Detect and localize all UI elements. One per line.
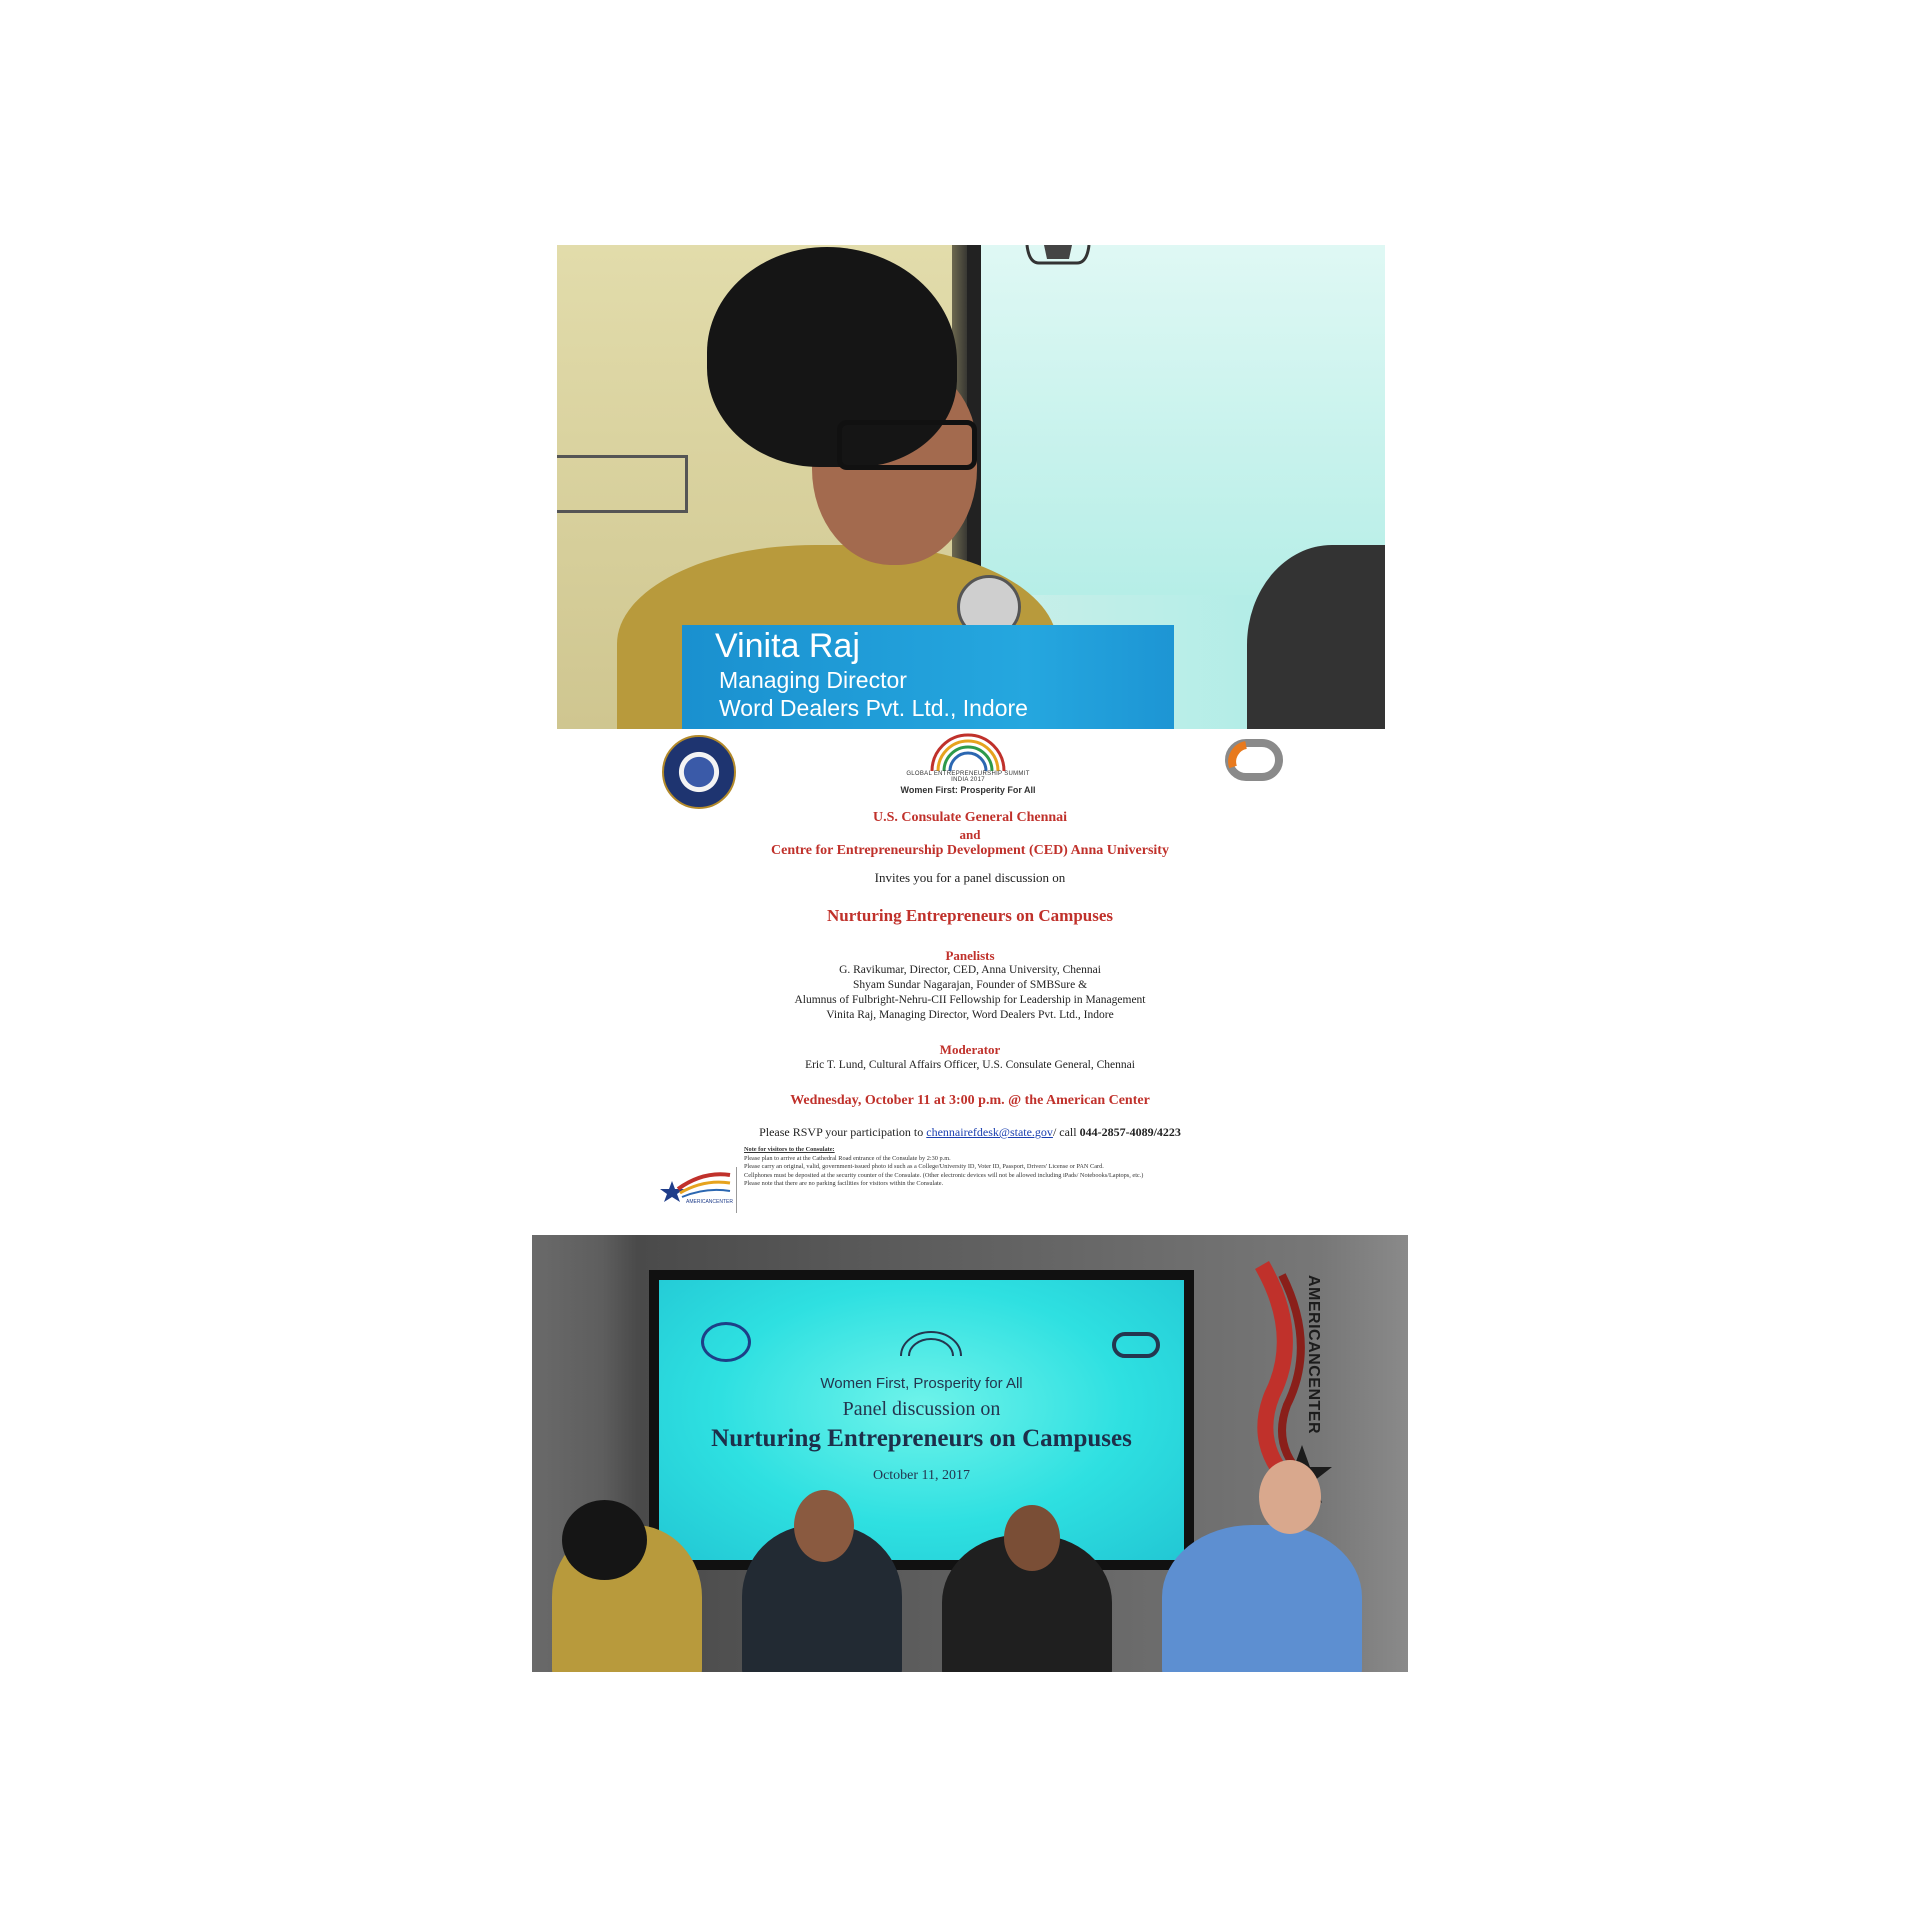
panel-photo: Women First, Prosperity for All Panel di… <box>532 1235 1408 1672</box>
rsvp-email-link[interactable]: chennairefdesk@state.gov <box>926 1125 1053 1139</box>
ges-tagline: Women First: Prosperity For All <box>900 785 1036 795</box>
caption-title: Managing Director <box>719 667 907 693</box>
american-center-logo-text: AMERICANCENTER <box>686 1199 733 1205</box>
host-1: U.S. Consulate General Chennai <box>872 810 1068 825</box>
screen-title: Nurturing Entrepreneurs on Campuses <box>711 1425 1132 1452</box>
moderator-line: Eric T. Lund, Cultural Affairs Officer, … <box>805 1059 1135 1071</box>
screen-tagline: Women First, Prosperity for All <box>820 1375 1023 1392</box>
lower-third-caption: Vinita Raj Managing Director Word Dealer… <box>682 625 1174 729</box>
panelist-1-head <box>562 1500 647 1580</box>
host-2: Centre for Entrepreneurship Development … <box>771 843 1169 858</box>
lamp-icon <box>1025 245 1091 265</box>
glasses-icon <box>837 420 977 470</box>
rsvp-phone: 044-2857-4089/4223 <box>1079 1125 1181 1139</box>
note-item: Please plan to arrive at the Cathedral R… <box>744 1154 951 1162</box>
ced-logo-icon <box>1225 739 1283 781</box>
panelist-2-head <box>794 1490 854 1562</box>
moderator-head <box>1259 1460 1321 1534</box>
projection-screen <box>967 245 1385 595</box>
caption-name: Vinita Raj <box>715 627 860 665</box>
screen-ges-logo-icon <box>900 1331 962 1357</box>
screen-date: October 11, 2017 <box>872 1468 971 1483</box>
host-conjunction: and <box>959 827 981 842</box>
panelists-heading: Panelists <box>945 948 995 963</box>
invitation-line: Invites you for a panel discussion on <box>874 870 1066 885</box>
ges-logo: GLOBAL ENTREPRENEURSHIP SUMMIT INDIA 201… <box>888 731 1048 801</box>
event-datetime: Wednesday, October 11 at 3:00 p.m. @ the… <box>790 1093 1150 1108</box>
panelist-line: Vinita Raj, Managing Director, Word Deal… <box>826 1009 1114 1021</box>
wall-frame <box>557 455 688 513</box>
moderator-heading: Moderator <box>939 1042 1001 1057</box>
american-center-logo-icon: AMERICANCENTER <box>660 1167 737 1213</box>
caption-company: Word Dealers Pvt. Ltd., Indore <box>719 695 1028 721</box>
note-item: Please carry an original, valid, governm… <box>744 1163 1104 1171</box>
panelist-line: Alumnus of Fulbright-Nehru-CII Fellowshi… <box>794 994 1146 1006</box>
note-item: Cellphones must be deposited at the secu… <box>744 1171 1144 1179</box>
screen-ced-logo-icon <box>1112 1332 1160 1358</box>
moderator <box>1162 1525 1362 1672</box>
presentation-screen: Women First, Prosperity for All Panel di… <box>649 1270 1194 1570</box>
screen-seal-icon <box>701 1322 751 1362</box>
rsvp-suffix: / call <box>1052 1125 1080 1139</box>
event-title: Nurturing Entrepreneurs on Campuses <box>826 906 1114 925</box>
rsvp-line: Please RSVP your participation to chenna… <box>650 1125 1290 1140</box>
note-item: Please note that there are no parking fa… <box>744 1180 944 1188</box>
panelist-3-head <box>1004 1505 1060 1571</box>
ges-summit-sub: INDIA 2017 <box>951 777 985 783</box>
speaker-photo: Vinita Raj Managing Director Word Dealer… <box>557 245 1385 729</box>
rsvp-prefix: Please RSVP your participation to <box>759 1125 927 1139</box>
visitor-notes: Note for visitors to the Consulate: Plea… <box>744 1146 1284 1189</box>
panelist-line: Shyam Sundar Nagarajan, Founder of SMBSu… <box>852 979 1088 991</box>
invitation-flyer: GLOBAL ENTREPRENEURSHIP SUMMIT INDIA 201… <box>650 729 1290 1221</box>
screen-subtitle: Panel discussion on <box>842 1398 1001 1420</box>
panelist-line: G. Ravikumar, Director, CED, Anna Univer… <box>839 964 1101 976</box>
sunburst-icon <box>930 733 1006 771</box>
notes-heading: Note for visitors to the Consulate: <box>744 1146 835 1153</box>
us-state-department-seal-icon <box>662 735 736 809</box>
